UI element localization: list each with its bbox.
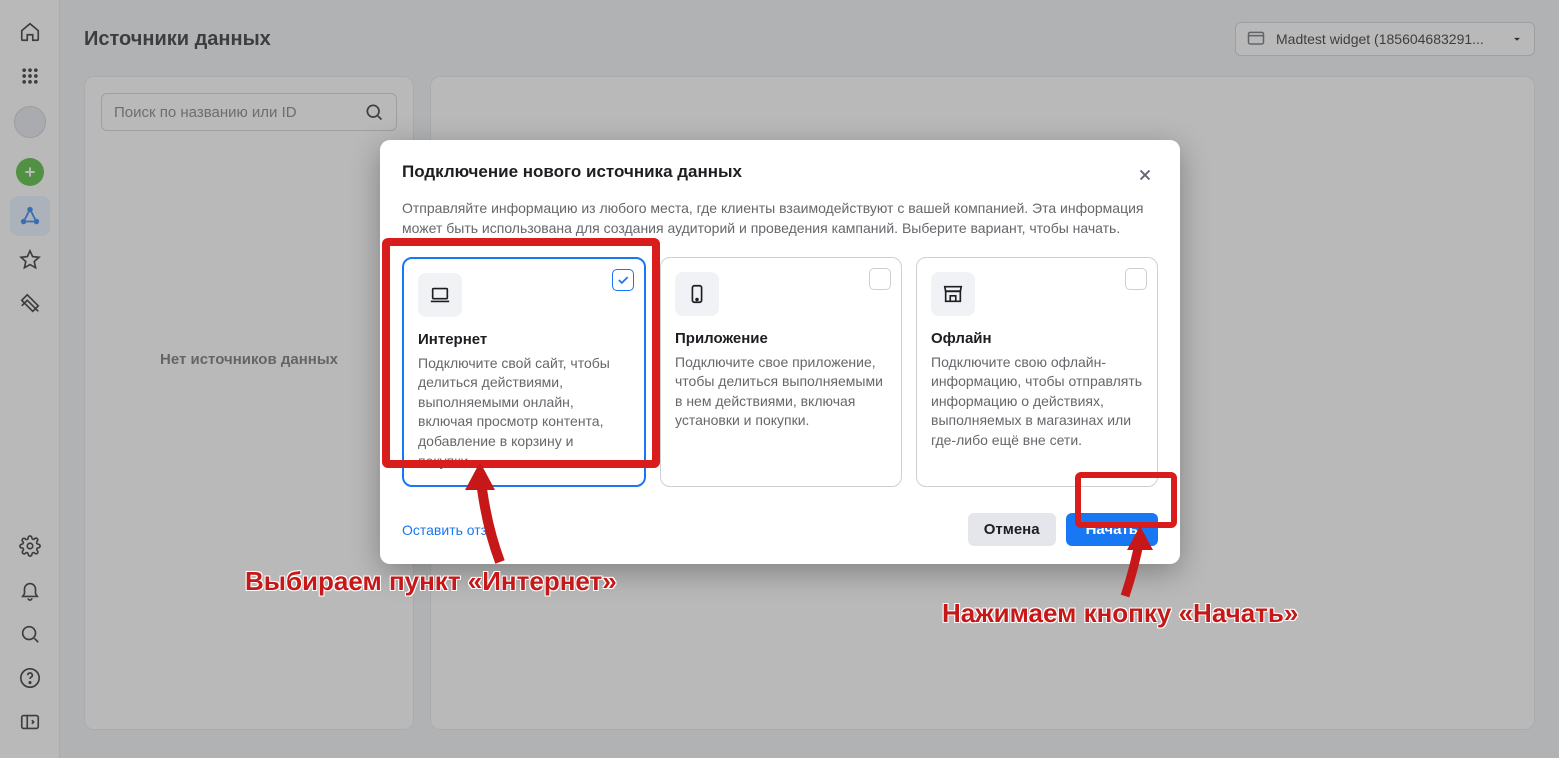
option-app-iconbox — [675, 272, 719, 316]
arrow-start — [1115, 526, 1165, 606]
option-internet-check — [612, 269, 634, 291]
modal-title: Подключение нового источника данных — [402, 162, 742, 182]
close-icon — [1136, 166, 1154, 184]
option-app[interactable]: Приложение Подключите свое приложение, ч… — [660, 257, 902, 488]
modal-close-button[interactable] — [1132, 162, 1158, 188]
cancel-button[interactable]: Отмена — [968, 513, 1056, 546]
option-internet[interactable]: Интернет Подключите свой сайт, чтобы дел… — [402, 257, 646, 488]
option-app-check — [869, 268, 891, 290]
option-app-desc: Подключите свое приложение, чтобы делить… — [675, 353, 887, 431]
option-offline[interactable]: Офлайн Подключите свою офлайн-информацию… — [916, 257, 1158, 488]
option-offline-desc: Подключите свою офлайн-информацию, чтобы… — [931, 353, 1143, 451]
phone-icon — [686, 283, 708, 305]
option-app-title: Приложение — [675, 330, 887, 347]
modal-description: Отправляйте информацию из любого места, … — [402, 198, 1158, 239]
arrow-internet — [450, 462, 510, 572]
option-internet-title: Интернет — [418, 331, 630, 348]
option-offline-iconbox — [931, 272, 975, 316]
annotation-select-internet: Выбираем пункт «Интернет» — [245, 566, 617, 597]
store-icon — [942, 283, 964, 305]
modal-head: Подключение нового источника данных — [402, 162, 1158, 188]
option-offline-check — [1125, 268, 1147, 290]
laptop-icon — [429, 284, 451, 306]
options-row: Интернет Подключите свой сайт, чтобы дел… — [402, 257, 1158, 488]
option-internet-desc: Подключите свой сайт, чтобы делиться дей… — [418, 354, 630, 472]
option-internet-iconbox — [418, 273, 462, 317]
annotation-click-start: Нажимаем кнопку «Начать» — [942, 598, 1298, 629]
check-icon — [616, 273, 630, 287]
modal-footer: Оставить отз Отмена Начать — [402, 513, 1158, 546]
option-offline-title: Офлайн — [931, 330, 1143, 347]
